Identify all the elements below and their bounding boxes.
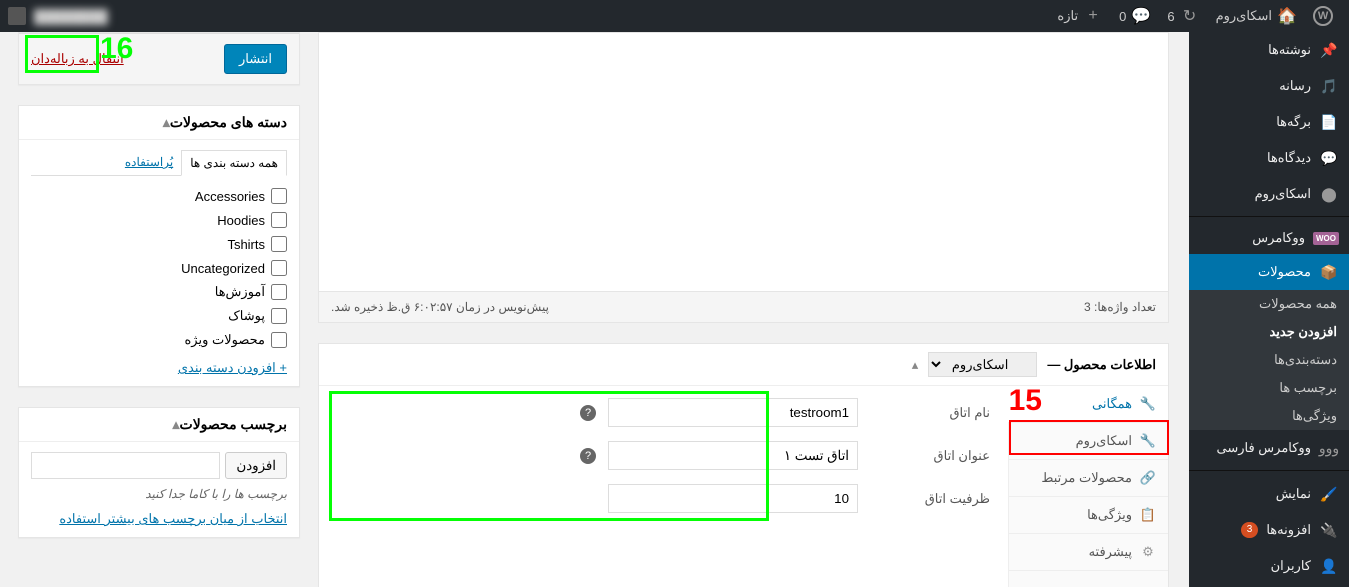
products-icon: 📦	[1319, 262, 1339, 282]
help-icon[interactable]: ?	[580, 448, 596, 464]
menu-pages[interactable]: 📄برگه‌ها	[1189, 104, 1349, 140]
room-name-label: نام اتاق	[870, 405, 990, 421]
menu-comments[interactable]: 💬دیدگاه‌ها	[1189, 140, 1349, 176]
comment-count: 0	[1119, 9, 1126, 24]
submenu-all-products[interactable]: همه محصولات	[1189, 290, 1349, 318]
woo-icon: WOO	[1313, 232, 1339, 245]
admin-bar: W 🏠اسکای‌روم ↻6 💬0 +تازه ████████	[0, 0, 1349, 32]
list-icon: 📋	[1140, 507, 1156, 523]
appearance-icon: 🖌️	[1319, 484, 1339, 504]
product-data-header: اطلاعات محصول — اسکای‌روم ▴	[319, 344, 1168, 386]
room-title-input[interactable]	[608, 441, 858, 470]
menu-skyroom[interactable]: ⬤اسکای‌روم	[1189, 176, 1349, 212]
wrench-icon: 🔧	[1140, 396, 1156, 412]
site-name-link[interactable]: 🏠 اسکای‌روم	[1208, 0, 1305, 32]
help-icon[interactable]: ?	[580, 405, 596, 421]
plugin-icon: 🔌	[1319, 520, 1339, 540]
home-icon: 🏠	[1277, 6, 1297, 26]
product-data-title: اطلاعات محصول —	[1047, 357, 1156, 373]
product-data-box: اطلاعات محصول — اسکای‌روم ▴ 🔧همگانی 🔧اسک…	[318, 343, 1169, 587]
menu-posts[interactable]: 📌نوشته‌ها	[1189, 32, 1349, 68]
word-count: 3	[1084, 300, 1091, 314]
main-content: تعداد واژه‌ها: 3 پیش‌نویس در زمان ۶:۰۲:۵…	[0, 32, 1189, 587]
word-count-label: تعداد واژه‌ها:	[1094, 300, 1156, 314]
comment-icon: 💬	[1319, 148, 1339, 168]
tab-skyroom[interactable]: 🔧اسکای‌روم	[1009, 423, 1168, 460]
products-submenu: همه محصولات افزودن جدید دسته‌بندی‌ها برچ…	[1189, 290, 1349, 430]
editor-body[interactable]	[318, 32, 1169, 292]
capacity-label: ظرفیت اتاق	[870, 491, 990, 507]
product-fields: 15 نام اتاق ? عنوان اتاق ? ظرفیت اتاق	[319, 386, 1008, 587]
new-label: تازه	[1057, 8, 1078, 24]
plugins-badge: 3	[1241, 522, 1259, 538]
page-icon: 📄	[1319, 112, 1339, 132]
menu-appearance[interactable]: 🖌️نمایش	[1189, 476, 1349, 512]
site-name-text: اسکای‌روم	[1216, 8, 1272, 24]
wordpress-icon: W	[1313, 6, 1333, 26]
pin-icon: 📌	[1319, 40, 1339, 60]
plus-icon: +	[1083, 6, 1103, 26]
adminbar-new[interactable]: + تازه	[1049, 0, 1111, 32]
gear-icon: ⚙	[1140, 544, 1156, 560]
wrench-icon: 🔧	[1140, 433, 1156, 449]
submenu-add-new[interactable]: افزودن جدید	[1189, 318, 1349, 346]
adminbar-comments[interactable]: 💬0	[1111, 0, 1159, 32]
collapse-icon[interactable]: ▴	[912, 357, 919, 373]
update-count: 6	[1167, 9, 1174, 24]
tab-advanced[interactable]: ⚙پیشرفته	[1009, 534, 1168, 571]
skyroom-icon: ⬤	[1319, 184, 1339, 204]
adminbar-updates[interactable]: ↻6	[1159, 0, 1207, 32]
user-avatar[interactable]	[8, 7, 26, 25]
media-icon: 🎵	[1319, 76, 1339, 96]
adminbar-user[interactable]: ████████	[26, 0, 116, 32]
comment-icon: 💬	[1131, 6, 1151, 26]
menu-plugins[interactable]: 🔌افزونه‌ها3	[1189, 512, 1349, 548]
submenu-tags[interactable]: برچسب ها	[1189, 374, 1349, 402]
woo-farsi-icon: ووو	[1319, 438, 1339, 458]
product-type-select[interactable]: اسکای‌روم	[928, 352, 1037, 377]
link-icon: 🔗	[1140, 470, 1156, 486]
editor-status-bar: تعداد واژه‌ها: 3 پیش‌نویس در زمان ۶:۰۲:۵…	[318, 292, 1169, 323]
menu-users[interactable]: 👤کاربران	[1189, 548, 1349, 584]
menu-woo-farsi[interactable]: وووووکامرس فارسی	[1189, 430, 1349, 466]
menu-media[interactable]: 🎵رسانه	[1189, 68, 1349, 104]
annotation-label-15: 15	[1009, 384, 1042, 418]
menu-woocommerce[interactable]: WOOووکامرس	[1189, 222, 1349, 254]
annotation-label-16: 16	[100, 32, 133, 66]
room-title-label: عنوان اتاق	[870, 448, 990, 464]
draft-saved-text: پیش‌نویس در زمان ۶:۰۲:۵۷ ق.ظ ذخیره شد.	[331, 300, 549, 314]
submenu-attributes[interactable]: ویژگی‌ها	[1189, 402, 1349, 430]
admin-sidebar: 📌نوشته‌ها 🎵رسانه 📄برگه‌ها 💬دیدگاه‌ها ⬤اس…	[1189, 32, 1349, 587]
update-icon: ↻	[1180, 6, 1200, 26]
room-name-input[interactable]	[608, 398, 858, 427]
tab-linked[interactable]: 🔗محصولات مرتبط	[1009, 460, 1168, 497]
users-icon: 👤	[1319, 556, 1339, 576]
capacity-input[interactable]	[608, 484, 858, 513]
wp-logo[interactable]: W	[1305, 0, 1341, 32]
menu-products[interactable]: 📦محصولات	[1189, 254, 1349, 290]
submenu-categories[interactable]: دسته‌بندی‌ها	[1189, 346, 1349, 374]
user-name: ████████	[34, 9, 108, 24]
tab-attributes[interactable]: 📋ویژگی‌ها	[1009, 497, 1168, 534]
